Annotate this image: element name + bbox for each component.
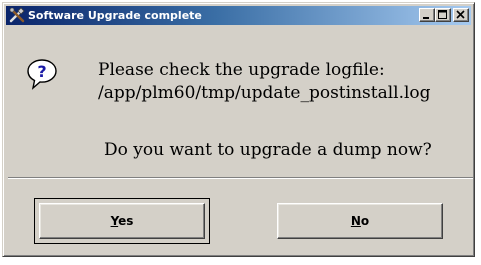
question-icon: ? xyxy=(27,59,57,90)
separator-highlight xyxy=(8,178,473,179)
dialog-window: Software Upgrade complete ? Please check… xyxy=(2,2,475,257)
title-bar[interactable]: Software Upgrade complete xyxy=(6,6,471,25)
close-icon xyxy=(456,10,465,19)
svg-text:?: ? xyxy=(37,62,46,81)
maximize-button[interactable] xyxy=(435,8,451,22)
window-title: Software Upgrade complete xyxy=(28,9,202,22)
yes-label-rest: es xyxy=(118,214,134,228)
maximize-icon xyxy=(438,10,447,19)
question-text: Do you want to upgrade a dump now? xyxy=(104,140,432,160)
no-button[interactable]: No xyxy=(277,203,443,239)
close-button[interactable] xyxy=(453,8,469,22)
no-mnemonic: N xyxy=(350,214,361,228)
logfile-path: /app/plm60/tmp/update_postinstall.log xyxy=(98,83,431,103)
minimize-button[interactable] xyxy=(419,8,435,22)
yes-button[interactable]: Yes xyxy=(39,203,205,239)
tools-icon xyxy=(9,7,25,23)
minimize-icon xyxy=(423,17,429,19)
message-line-1: Please check the upgrade logfile: xyxy=(98,60,385,80)
no-label-rest: o xyxy=(360,214,370,228)
